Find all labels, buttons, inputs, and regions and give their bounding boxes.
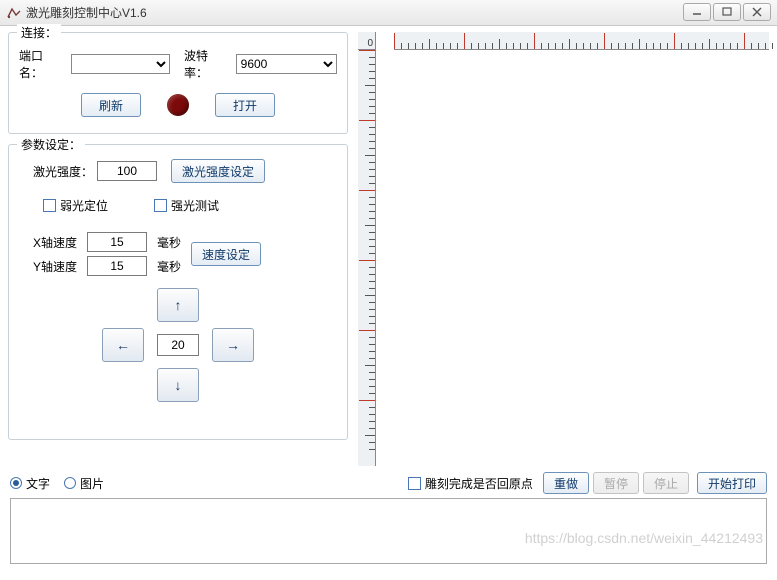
return-origin-checkbox[interactable]: 雕刻完成是否回原点	[408, 475, 533, 492]
start-print-button[interactable]: 开始打印	[697, 472, 767, 494]
strong-light-checkbox[interactable]: 强光测试	[154, 197, 219, 214]
weak-light-checkbox[interactable]: 弱光定位	[43, 197, 108, 214]
preview-canvas[interactable]	[376, 50, 769, 466]
move-right-button[interactable]: →	[212, 328, 254, 362]
pause-label: 暂停	[604, 475, 628, 492]
speed-set-label: 速度设定	[202, 246, 250, 263]
status-indicator	[167, 94, 189, 116]
output-textarea[interactable]	[10, 498, 767, 564]
laser-intensity-set-label: 激光强度设定	[182, 163, 254, 180]
close-button[interactable]	[743, 3, 771, 21]
params-group: 参数设定： 激光强度： 激光强度设定 弱光定位 强光测试	[8, 144, 348, 440]
laser-intensity-set-button[interactable]: 激光强度设定	[171, 159, 265, 183]
ruler-horizontal	[394, 32, 769, 50]
app-icon	[6, 5, 22, 21]
y-speed-unit: 毫秒	[157, 258, 181, 275]
title-bar: 激光雕刻控制中心V1.6	[0, 0, 777, 26]
checkbox-icon	[43, 199, 56, 212]
ruler-vertical	[358, 50, 376, 466]
move-down-button[interactable]: ↓	[157, 368, 199, 402]
pause-button[interactable]: 暂停	[593, 472, 639, 494]
step-input[interactable]	[157, 334, 199, 356]
refresh-button-label: 刷新	[99, 97, 123, 114]
strong-light-label: 强光测试	[171, 197, 219, 214]
redo-label: 重做	[554, 475, 578, 492]
open-button[interactable]: 打开	[215, 93, 275, 117]
x-speed-unit: 毫秒	[157, 234, 181, 251]
weak-light-label: 弱光定位	[60, 197, 108, 214]
port-label: 端口名：	[19, 47, 67, 81]
mode-text-radio[interactable]: 文字	[10, 475, 50, 492]
mode-image-radio[interactable]: 图片	[64, 475, 104, 492]
port-select[interactable]	[71, 54, 170, 74]
minimize-button[interactable]	[683, 3, 711, 21]
connection-legend: 连接：	[17, 24, 61, 41]
y-speed-input[interactable]	[87, 256, 147, 276]
open-button-label: 打开	[233, 97, 257, 114]
laser-intensity-input[interactable]	[97, 161, 157, 181]
move-left-button[interactable]: ←	[102, 328, 144, 362]
baud-select[interactable]: 9600	[236, 54, 337, 74]
speed-set-button[interactable]: 速度设定	[191, 242, 261, 266]
origin-label: 0	[367, 38, 373, 49]
mode-image-label: 图片	[80, 475, 104, 492]
radio-icon	[64, 477, 76, 489]
checkbox-icon	[408, 477, 421, 490]
radio-icon	[10, 477, 22, 489]
bottom-panel: 文字 图片 雕刻完成是否回原点 重做 暂停 停止 开始打印	[0, 466, 777, 575]
checkbox-icon	[154, 199, 167, 212]
connection-group: 连接： 端口名： 波特率： 9600 刷新 打开	[8, 32, 348, 134]
baud-label: 波特率：	[184, 47, 232, 81]
params-legend: 参数设定：	[17, 136, 85, 153]
mode-text-label: 文字	[26, 475, 50, 492]
x-speed-input[interactable]	[87, 232, 147, 252]
maximize-button[interactable]	[713, 3, 741, 21]
window-title: 激光雕刻控制中心V1.6	[26, 4, 147, 21]
x-speed-label: X轴速度	[33, 234, 83, 251]
redo-button[interactable]: 重做	[543, 472, 589, 494]
stop-button[interactable]: 停止	[643, 472, 689, 494]
start-print-label: 开始打印	[708, 475, 756, 492]
stop-label: 停止	[654, 475, 678, 492]
refresh-button[interactable]: 刷新	[81, 93, 141, 117]
y-speed-label: Y轴速度	[33, 258, 83, 275]
ruler-origin: 0	[358, 32, 376, 50]
return-origin-label: 雕刻完成是否回原点	[425, 475, 533, 492]
direction-pad: ↑ ← → ↓	[78, 288, 278, 398]
move-up-button[interactable]: ↑	[157, 288, 199, 322]
laser-intensity-label: 激光强度：	[33, 163, 93, 180]
preview-area: 0	[358, 32, 769, 466]
